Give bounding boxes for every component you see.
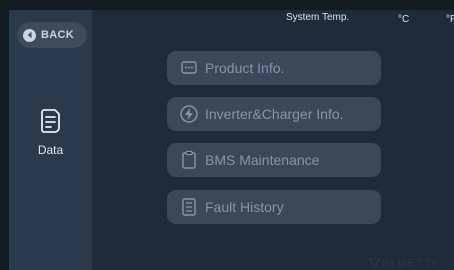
- product-info-label: Product Info.: [205, 60, 285, 76]
- bluetti-logo-icon: [367, 254, 382, 270]
- sidebar-item-label: Data: [37, 143, 64, 157]
- bms-maintenance-button[interactable]: BMS Maintenance: [167, 143, 381, 177]
- message-square-icon: [179, 58, 199, 78]
- screen: BACK Data System Temp. °C °F Product Inf…: [0, 0, 454, 270]
- back-label: BACK: [41, 29, 74, 41]
- bms-maintenance-label: BMS Maintenance: [205, 152, 320, 168]
- document-icon: [40, 108, 62, 139]
- main-panel: System Temp. °C °F Product Info. Inverte…: [92, 10, 454, 270]
- brand-logo: BLUETTI: [367, 254, 438, 270]
- inverter-charger-info-button[interactable]: Inverter&Charger Info.: [167, 97, 381, 131]
- product-info-button[interactable]: Product Info.: [167, 51, 381, 85]
- history-list-icon: [179, 197, 199, 217]
- back-button[interactable]: BACK: [17, 22, 87, 48]
- fault-history-label: Fault History: [205, 199, 284, 215]
- system-temp-label: System Temp.: [286, 12, 350, 23]
- lightning-circle-icon: [179, 104, 199, 124]
- sidebar: BACK Data: [9, 10, 92, 270]
- fault-history-button[interactable]: Fault History: [167, 190, 381, 224]
- inverter-charger-info-label: Inverter&Charger Info.: [205, 106, 344, 122]
- sidebar-item-data[interactable]: Data: [9, 102, 92, 172]
- unit-celsius[interactable]: °C: [398, 14, 409, 25]
- clipboard-icon: [179, 150, 199, 170]
- unit-fahrenheit[interactable]: °F: [446, 14, 454, 25]
- brand-logo-text: BLUETTI: [382, 257, 438, 269]
- chevron-left-icon: [23, 28, 36, 42]
